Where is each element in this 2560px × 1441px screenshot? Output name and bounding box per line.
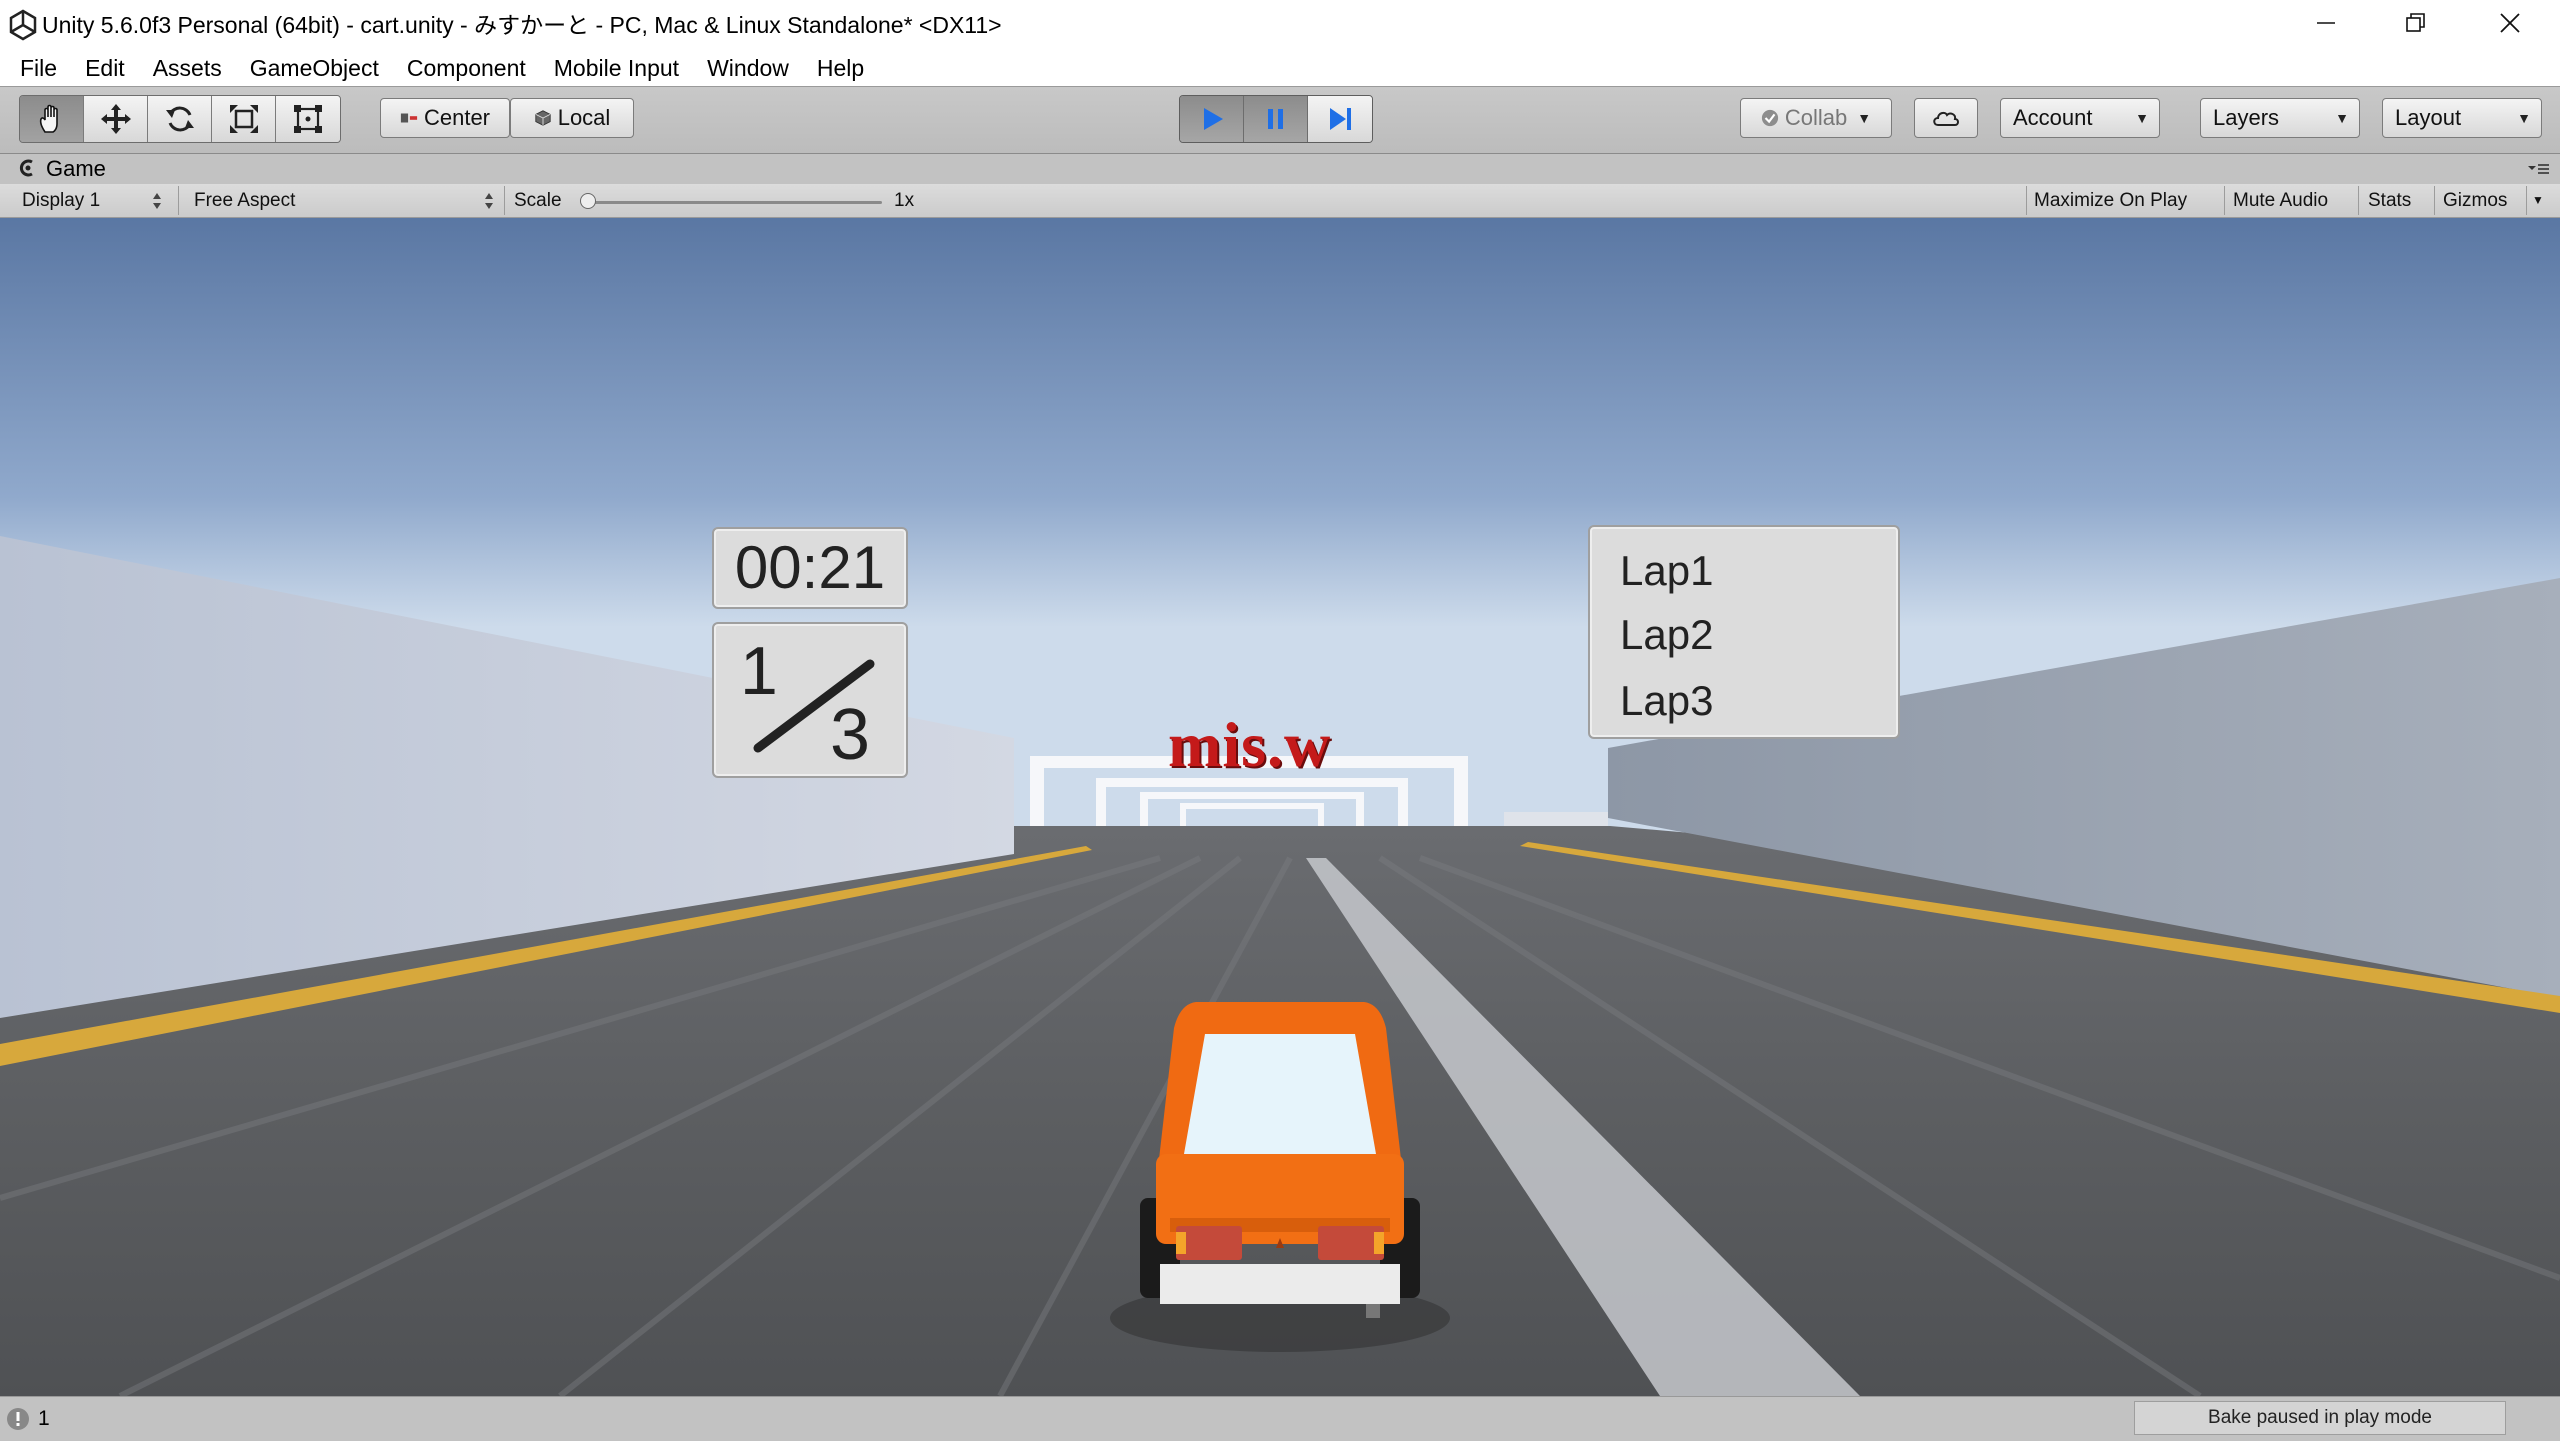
playback-controls — [1179, 95, 1373, 143]
menu-help[interactable]: Help — [803, 50, 878, 86]
stats-toggle[interactable]: Stats — [2368, 184, 2411, 217]
chevron-down-icon: ▼ — [2335, 110, 2349, 126]
game-viewport[interactable]: mis.w 00:21 1 3 Lap1 Lap2 Lap3 — [0, 218, 2560, 1396]
play-icon — [1203, 108, 1223, 130]
race-timer: 00:21 — [734, 534, 886, 601]
pivot-center-icon — [400, 113, 418, 123]
collab-dropdown[interactable]: Collab ▼ — [1740, 98, 1892, 138]
panel-menu-icon[interactable] — [2526, 160, 2550, 178]
race-scene — [0, 218, 2560, 1396]
cloud-icon — [1933, 111, 1959, 126]
layout-dropdown[interactable]: Layout ▼ — [2382, 98, 2542, 138]
menu-window[interactable]: Window — [693, 50, 803, 86]
collab-label: Collab — [1784, 105, 1848, 130]
display-dropdown[interactable]: Display 1 — [22, 184, 172, 217]
pivot-mode-toggle[interactable]: Center — [380, 98, 510, 138]
close-button[interactable] — [2466, 0, 2554, 46]
transform-tools — [19, 95, 341, 143]
restore-button[interactable] — [2372, 0, 2460, 46]
status-bar: 1 Bake paused in play mode — [0, 1396, 2560, 1441]
bake-status: Bake paused in play mode — [2134, 1401, 2506, 1435]
aspect-label: Free Aspect — [194, 190, 296, 211]
game-tab-label: Game — [46, 156, 106, 181]
account-dropdown[interactable]: Account ▼ — [2000, 98, 2160, 138]
rect-tool-button[interactable] — [276, 96, 340, 142]
lap-2-label: Lap2 — [1620, 611, 1714, 658]
step-button[interactable] — [1308, 96, 1372, 142]
pivot-rotation-toggle[interactable]: Local — [510, 98, 634, 138]
scale-slider-track[interactable] — [592, 201, 882, 204]
play-button[interactable] — [1180, 96, 1244, 142]
menu-edit[interactable]: Edit — [71, 50, 139, 86]
race-timer-panel: 00:21 — [712, 527, 908, 609]
warning-count: 1 — [38, 1407, 50, 1430]
mis-w-sign: mis.w — [1168, 709, 1332, 780]
rotate-tool-icon — [165, 106, 194, 132]
layers-dropdown[interactable]: Layers ▼ — [2200, 98, 2360, 138]
minimize-button[interactable] — [2282, 0, 2370, 46]
menu-bar: File Edit Assets GameObject Component Mo… — [0, 50, 2560, 86]
layout-label: Layout — [2395, 105, 2462, 130]
move-tool-button[interactable] — [84, 96, 148, 142]
cloud-button[interactable] — [1914, 98, 1978, 138]
menu-file[interactable]: File — [6, 50, 71, 86]
unity-logo-icon — [9, 9, 37, 41]
move-tool-icon — [100, 104, 131, 134]
scale-tool-button[interactable] — [212, 96, 276, 142]
chevron-down-icon: ▼ — [1857, 110, 1872, 126]
updown-arrows-icon — [485, 193, 493, 209]
window-title-bar: Unity 5.6.0f3 Personal (64bit) - cart.un… — [0, 0, 2560, 50]
close-icon — [2500, 13, 2520, 33]
chevron-down-icon[interactable]: ▼ — [2532, 184, 2544, 217]
maximize-on-play-toggle[interactable]: Maximize On Play — [2034, 184, 2187, 217]
menu-component[interactable]: Component — [393, 50, 540, 86]
menu-mobile-input[interactable]: Mobile Input — [540, 50, 693, 86]
pause-button[interactable] — [1244, 96, 1308, 142]
window-title: Unity 5.6.0f3 Personal (64bit) - cart.un… — [42, 12, 1002, 38]
chevron-down-icon: ▼ — [2135, 110, 2149, 126]
game-view-toolbar: Display 1 Free Aspect Scale 1x Maximize … — [0, 184, 2560, 218]
chevron-down-icon: ▼ — [2517, 110, 2531, 126]
scale-value: 1x — [894, 190, 915, 211]
scale-tool-icon — [229, 105, 258, 133]
layers-label: Layers — [2213, 105, 2280, 130]
warning-icon[interactable] — [6, 1407, 30, 1431]
lap-total: 3 — [830, 695, 871, 775]
main-toolbar: Center Local Collab ▼ Account ▼ Layers ▼… — [0, 86, 2560, 154]
step-icon — [1330, 108, 1351, 130]
collab-check-icon — [1761, 109, 1778, 127]
minimize-icon — [2317, 22, 2335, 24]
gizmos-toggle[interactable]: Gizmos — [2443, 184, 2507, 217]
updown-arrows-icon — [153, 193, 161, 209]
local-cube-icon — [535, 110, 551, 126]
restore-icon — [2406, 13, 2425, 32]
menu-gameobject[interactable]: GameObject — [236, 50, 393, 86]
pivot-rotation-label: Local — [557, 105, 611, 130]
lap-1-label: Lap1 — [1620, 547, 1714, 594]
mute-audio-toggle[interactable]: Mute Audio — [2233, 184, 2328, 217]
scale-slider-thumb[interactable] — [580, 193, 596, 209]
lap-times-panel: Lap1 Lap2 Lap3 — [1588, 525, 1900, 739]
scale-label: Scale — [514, 190, 562, 211]
rect-tool-icon — [294, 105, 322, 133]
rotate-tool-button[interactable] — [148, 96, 212, 142]
lap-counter-panel: 1 3 — [712, 622, 908, 778]
hand-tool-icon — [39, 104, 58, 133]
aspect-dropdown[interactable]: Free Aspect — [194, 184, 494, 217]
car — [1140, 1002, 1420, 1318]
lap-3-label: Lap3 — [1620, 677, 1714, 724]
display-label: Display 1 — [22, 190, 101, 211]
menu-assets[interactable]: Assets — [139, 50, 236, 86]
pivot-mode-label: Center — [423, 105, 491, 130]
hand-tool-button[interactable] — [20, 96, 84, 142]
game-view-tab[interactable]: Game — [0, 154, 2560, 184]
game-view-icon — [19, 159, 33, 177]
account-label: Account — [2013, 105, 2093, 130]
pause-icon — [1267, 109, 1283, 129]
